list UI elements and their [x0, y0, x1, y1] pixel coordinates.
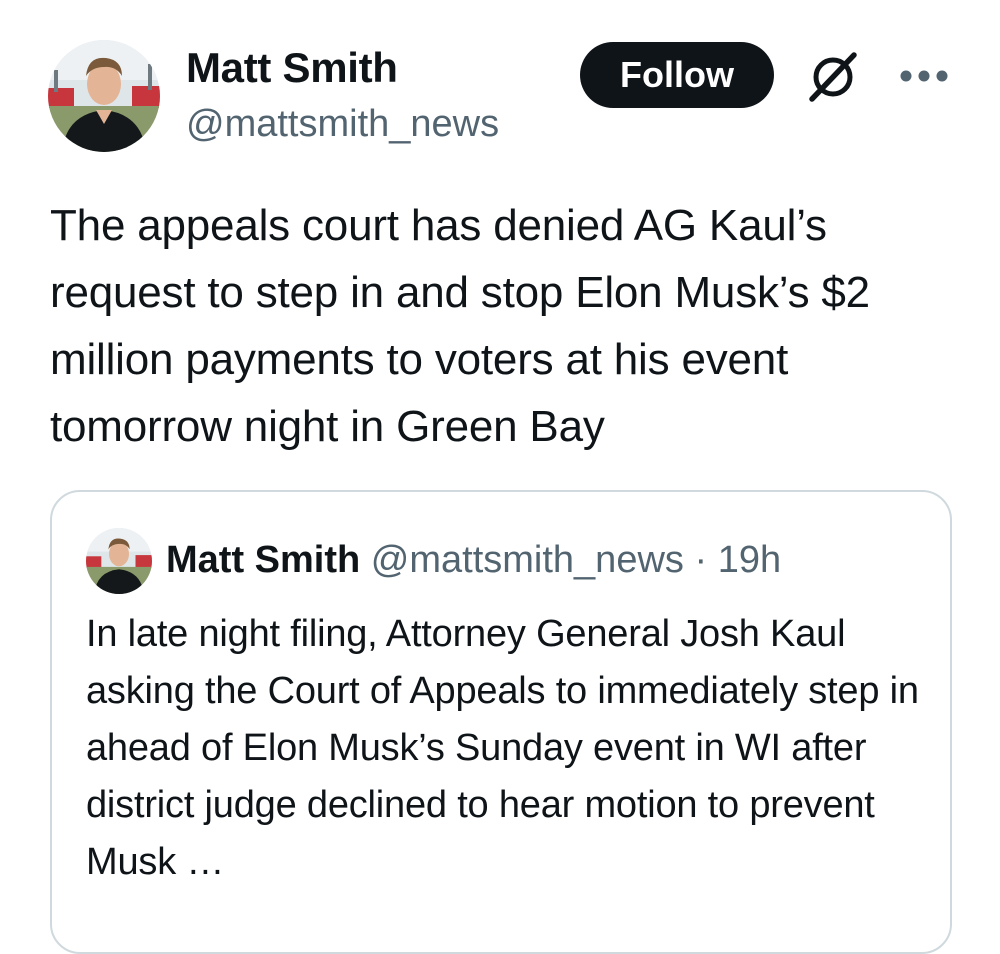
follow-button[interactable]: Follow: [580, 42, 774, 108]
author-avatar[interactable]: [48, 40, 160, 152]
quoted-tweet-text: In late night filing, Attorney General J…: [86, 613, 919, 883]
author-handle[interactable]: @mattsmith_news: [186, 102, 499, 146]
quoted-tweet[interactable]: Matt Smith @mattsmith_news · 19h In late…: [50, 490, 952, 954]
avatar-photo: [48, 40, 160, 152]
separator-dot: ·: [694, 539, 708, 581]
quoted-author-avatar: [86, 528, 152, 594]
quoted-tweet-header: Matt Smith @mattsmith_news · 19h: [166, 538, 781, 582]
author-display-name[interactable]: Matt Smith: [186, 44, 398, 92]
tweet: Matt Smith @mattsmith_news Follow The ap…: [0, 0, 1000, 954]
quoted-author-display-name: Matt Smith: [166, 539, 361, 581]
tweet-text: The appeals court has denied AG Kaul’s r…: [50, 201, 870, 451]
avatar-photo: [86, 528, 152, 594]
grok-icon[interactable]: [806, 50, 860, 104]
more-icon[interactable]: [898, 64, 950, 88]
quoted-author-handle: @mattsmith_news: [370, 539, 684, 581]
quoted-tweet-timestamp: 19h: [717, 539, 782, 581]
